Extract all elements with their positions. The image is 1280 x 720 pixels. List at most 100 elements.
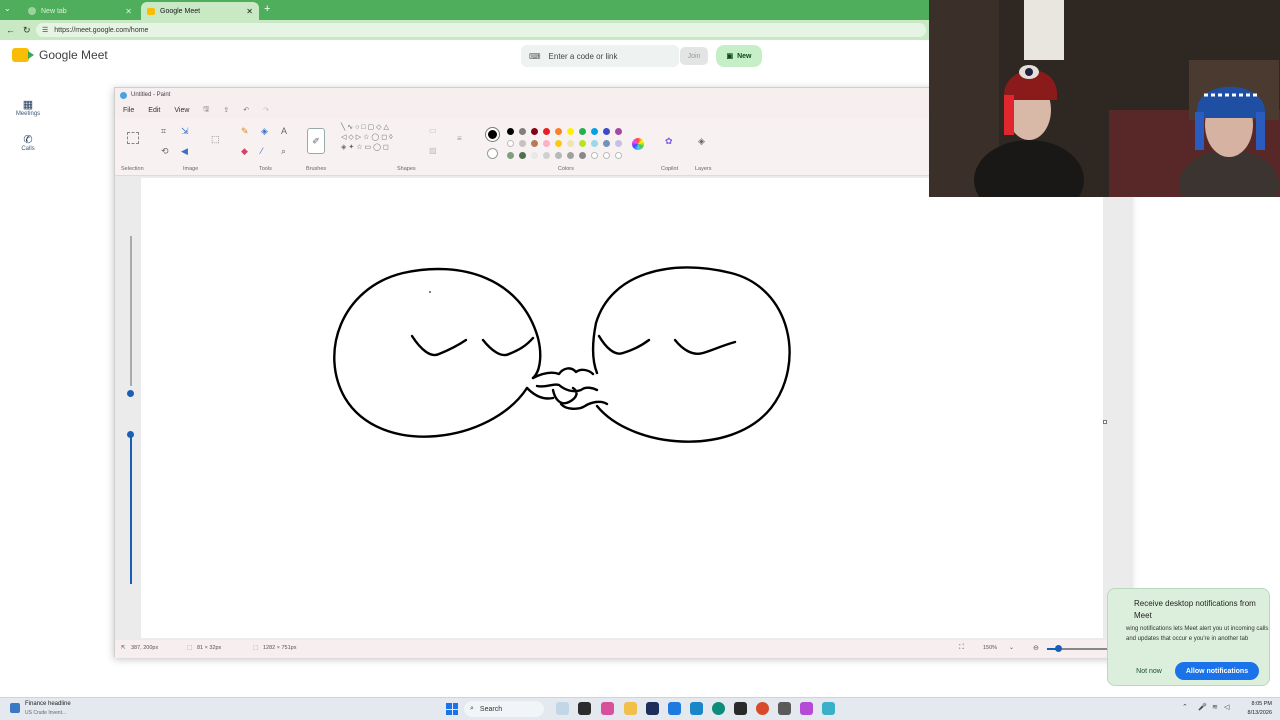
- palette-color-swatch[interactable]: [543, 140, 550, 147]
- palette-color-swatch[interactable]: [531, 128, 538, 135]
- edit-colors-icon[interactable]: [632, 138, 644, 150]
- fit-screen-icon[interactable]: ⛶: [959, 644, 964, 652]
- palette-color-swatch[interactable]: [555, 140, 562, 147]
- mic-icon[interactable]: 🎤: [1198, 703, 1207, 711]
- zoom-slider-thumb[interactable]: [1055, 645, 1062, 652]
- image-select-icon[interactable]: ⬚: [211, 134, 220, 145]
- tab-search-icon[interactable]: ⌄: [4, 4, 16, 16]
- volume-icon[interactable]: ◁: [1224, 703, 1229, 711]
- shapes-gallery-icon[interactable]: ╲∿○□▢◇△ ◁◇▷☆◯◻◊ ◈✦☆▭◯◻: [341, 123, 417, 153]
- url-bar[interactable]: ☰ https://meet.google.com/home: [36, 23, 926, 37]
- palette-color-swatch[interactable]: [531, 140, 538, 147]
- palette-color-swatch[interactable]: [507, 152, 514, 159]
- size-icon[interactable]: ≡: [457, 134, 462, 143]
- menu-file[interactable]: File: [123, 107, 134, 114]
- clock-time[interactable]: 8:05 PM: [1238, 701, 1272, 707]
- text-icon[interactable]: A: [281, 126, 287, 136]
- palette-color-swatch[interactable]: [579, 152, 586, 159]
- tab-close-icon[interactable]: ✕: [246, 7, 253, 16]
- palette-color-swatch[interactable]: [591, 152, 598, 159]
- palette-color-swatch[interactable]: [603, 152, 610, 159]
- color-picker-icon[interactable]: ⁄: [261, 146, 263, 156]
- fill-icon[interactable]: ◈: [261, 126, 268, 137]
- pinned-app-icon[interactable]: [734, 702, 747, 715]
- palette-color-swatch[interactable]: [603, 128, 610, 135]
- pinned-app-icon[interactable]: [646, 702, 659, 715]
- fill-style-icon[interactable]: ▨: [429, 146, 437, 155]
- join-button[interactable]: Join: [680, 47, 708, 65]
- primary-color-swatch[interactable]: [486, 128, 499, 141]
- nav-calls[interactable]: ✆ Calls: [8, 133, 48, 152]
- meeting-code-input[interactable]: ⌨ Enter a code or link: [521, 45, 679, 67]
- google-meet-logo[interactable]: Google Meet: [12, 48, 108, 62]
- magnifier-icon[interactable]: ⌕: [281, 146, 286, 157]
- palette-color-swatch[interactable]: [567, 152, 574, 159]
- opacity-thumb[interactable]: [127, 431, 134, 438]
- undo-icon[interactable]: ↶: [243, 106, 249, 114]
- new-meeting-button[interactable]: ▣ New: [716, 45, 762, 67]
- taskbar-search[interactable]: ⌕ Search: [464, 701, 544, 717]
- resize-icon[interactable]: ⇲: [181, 126, 189, 137]
- finance-widget-icon[interactable]: [10, 703, 20, 713]
- palette-color-swatch[interactable]: [543, 128, 550, 135]
- dropbox-icon[interactable]: [668, 702, 681, 715]
- secondary-color-swatch[interactable]: [487, 148, 498, 159]
- paint-taskbar-icon[interactable]: [800, 702, 813, 715]
- palette-color-swatch[interactable]: [519, 128, 526, 135]
- layers-icon[interactable]: ◈: [698, 136, 705, 147]
- palette-color-swatch[interactable]: [555, 152, 562, 159]
- palette-color-swatch[interactable]: [507, 128, 514, 135]
- share-icon[interactable]: ⇪: [223, 106, 229, 114]
- pinned-app-icon[interactable]: [601, 702, 614, 715]
- redo-icon[interactable]: ↷: [263, 106, 269, 114]
- tray-overflow-icon[interactable]: ⌃: [1182, 703, 1188, 711]
- tab-google-meet[interactable]: Google Meet ✕: [141, 2, 259, 20]
- eraser-icon[interactable]: ◆: [241, 146, 248, 157]
- brush-icon[interactable]: ✐: [307, 128, 325, 154]
- new-tab-button[interactable]: +: [264, 3, 270, 15]
- save-icon[interactable]: 🖫: [203, 105, 209, 116]
- palette-color-swatch[interactable]: [567, 128, 574, 135]
- palette-color-swatch[interactable]: [567, 140, 574, 147]
- drawing-canvas[interactable]: [141, 178, 1103, 638]
- tab-close-icon[interactable]: ✕: [125, 7, 132, 16]
- crop-icon[interactable]: ⌗: [161, 126, 166, 137]
- reload-icon[interactable]: ↻: [23, 25, 31, 36]
- palette-color-swatch[interactable]: [579, 128, 586, 135]
- wifi-icon[interactable]: ≋: [1212, 703, 1218, 711]
- palette-color-swatch[interactable]: [579, 140, 586, 147]
- palette-color-swatch[interactable]: [507, 140, 514, 147]
- copilot-icon[interactable]: ✿: [665, 136, 673, 147]
- edge-icon[interactable]: [712, 702, 725, 715]
- zoom-dropdown-icon[interactable]: ⌄: [1009, 644, 1014, 651]
- palette-color-swatch[interactable]: [591, 140, 598, 147]
- menu-edit[interactable]: Edit: [148, 107, 160, 114]
- clock-date[interactable]: 8/13/2026: [1238, 710, 1272, 716]
- file-explorer-icon[interactable]: [624, 702, 637, 715]
- palette-color-swatch[interactable]: [591, 128, 598, 135]
- palette-color-swatch[interactable]: [519, 140, 526, 147]
- canvas-resize-handle[interactable]: [1103, 420, 1107, 424]
- menu-view[interactable]: View: [174, 107, 189, 114]
- rotate-icon[interactable]: ⟲: [161, 146, 169, 157]
- palette-color-swatch[interactable]: [615, 128, 622, 135]
- flip-icon[interactable]: ◀: [181, 146, 188, 157]
- outline-icon[interactable]: ▭: [429, 126, 437, 135]
- start-icon[interactable]: [446, 703, 458, 715]
- pinned-app-icon[interactable]: [822, 702, 835, 715]
- zoom-out-icon[interactable]: ⊖: [1033, 644, 1039, 652]
- palette-color-swatch[interactable]: [615, 152, 622, 159]
- zoom-level[interactable]: 150%: [983, 645, 997, 651]
- tab-new-tab[interactable]: New tab ✕: [22, 2, 138, 20]
- pinned-app-icon[interactable]: [556, 702, 569, 715]
- pinned-app-icon[interactable]: [690, 702, 703, 715]
- site-info-icon[interactable]: ☰: [42, 26, 48, 34]
- allow-notifications-button[interactable]: Allow notifications: [1175, 662, 1259, 680]
- widget-title[interactable]: Finance headline: [25, 701, 71, 707]
- select-icon[interactable]: [127, 132, 139, 144]
- pencil-icon[interactable]: ✎: [241, 126, 249, 137]
- not-now-button[interactable]: Not now: [1128, 662, 1170, 680]
- pinned-app-icon[interactable]: [778, 702, 791, 715]
- palette-color-swatch[interactable]: [519, 152, 526, 159]
- palette-color-swatch[interactable]: [615, 140, 622, 147]
